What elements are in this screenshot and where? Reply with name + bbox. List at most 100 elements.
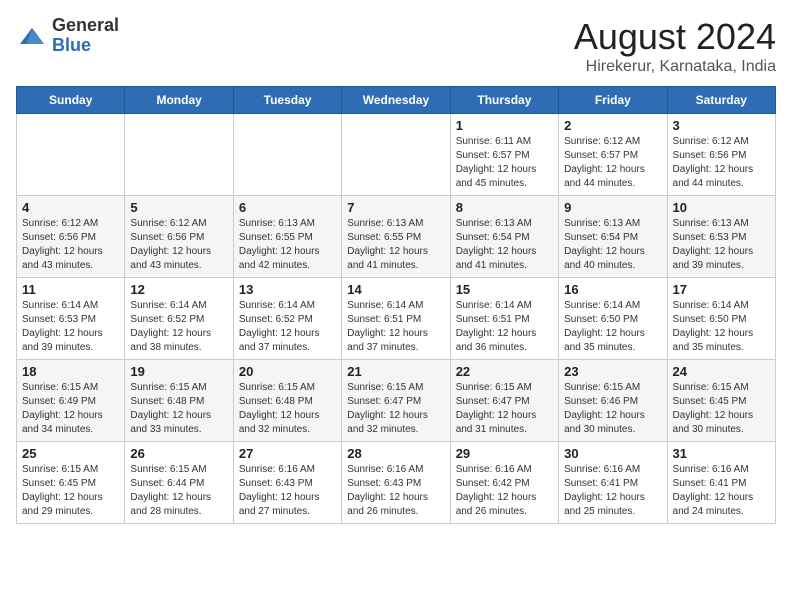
day-detail: Sunrise: 6:15 AMSunset: 6:44 PMDaylight:… (130, 463, 227, 519)
day-number: 1 (456, 118, 553, 133)
day-number: 16 (564, 282, 661, 297)
day-number: 15 (456, 282, 553, 297)
day-number: 6 (239, 200, 336, 215)
calendar-day-31: 31Sunrise: 6:16 AMSunset: 6:41 PMDayligh… (667, 442, 775, 524)
day-detail: Sunrise: 6:14 AMSunset: 6:51 PMDaylight:… (456, 299, 553, 355)
day-number: 13 (239, 282, 336, 297)
weekday-header-wednesday: Wednesday (342, 87, 450, 114)
calendar-day-14: 14Sunrise: 6:14 AMSunset: 6:51 PMDayligh… (342, 278, 450, 360)
calendar-day-29: 29 Sunrise: 6:16 AMSunset: 6:42 PMDayligh… (450, 442, 558, 524)
day-detail: Sunrise: 6:12 AMSunset: 6:56 PMDaylight:… (130, 217, 227, 273)
calendar-day-23: 23 Sunrise: 6:15 AMSunset: 6:46 PMDayligh… (559, 360, 667, 442)
day-number: 10 (673, 200, 770, 215)
weekday-header-saturday: Saturday (667, 87, 775, 114)
day-number: 24 (673, 364, 770, 379)
calendar-day-11: 11 Sunrise: 6:14 AMSunset: 6:53 PMDayligh… (17, 278, 125, 360)
day-number: 14 (347, 282, 444, 297)
calendar-week-3: 11 Sunrise: 6:14 AMSunset: 6:53 PMDayligh… (17, 278, 776, 360)
calendar-day-3: 3 Sunrise: 6:12 AMSunset: 6:56 PMDaylight… (667, 114, 775, 196)
calendar-week-1: 1 Sunrise: 6:11 AMSunset: 6:57 PMDaylight… (17, 114, 776, 196)
calendar-day-26: 26Sunrise: 6:15 AMSunset: 6:44 PMDayligh… (125, 442, 233, 524)
day-detail: Sunrise: 6:12 AMSunset: 6:56 PMDaylight:… (673, 135, 770, 191)
day-detail: Sunrise: 6:16 AMSunset: 6:43 PMDaylight:… (347, 463, 444, 519)
calendar-empty (342, 114, 450, 196)
day-detail: Sunrise: 6:16 AMSunset: 6:42 PMDaylight:… (456, 463, 553, 519)
day-detail: Sunrise: 6:15 AMSunset: 6:45 PMDaylight:… (673, 381, 770, 437)
weekday-header-row: SundayMondayTuesdayWednesdayThursdayFrid… (17, 87, 776, 114)
calendar-day-21: 21 Sunrise: 6:15 AMSunset: 6:47 PMDayligh… (342, 360, 450, 442)
calendar-empty (125, 114, 233, 196)
calendar-day-27: 27Sunrise: 6:16 AMSunset: 6:43 PMDayligh… (233, 442, 341, 524)
calendar-body: 1 Sunrise: 6:11 AMSunset: 6:57 PMDaylight… (17, 114, 776, 524)
day-detail: Sunrise: 6:16 AMSunset: 6:41 PMDaylight:… (564, 463, 661, 519)
day-detail: Sunrise: 6:12 AMSunset: 6:56 PMDaylight:… (22, 217, 119, 273)
day-number: 19 (130, 364, 227, 379)
day-detail: Sunrise: 6:14 AMSunset: 6:50 PMDaylight:… (673, 299, 770, 355)
day-detail: Sunrise: 6:14 AMSunset: 6:52 PMDaylight:… (130, 299, 227, 355)
day-detail: Sunrise: 6:15 AMSunset: 6:47 PMDaylight:… (347, 381, 444, 437)
day-number: 25 (22, 446, 119, 461)
day-detail: Sunrise: 6:13 AMSunset: 6:55 PMDaylight:… (347, 217, 444, 273)
logo-icon (16, 20, 48, 52)
day-number: 18 (22, 364, 119, 379)
day-detail: Sunrise: 6:16 AMSunset: 6:43 PMDaylight:… (239, 463, 336, 519)
day-detail: Sunrise: 6:12 AMSunset: 6:57 PMDaylight:… (564, 135, 661, 191)
day-number: 2 (564, 118, 661, 133)
day-number: 29 (456, 446, 553, 461)
calendar-day-4: 4Sunrise: 6:12 AMSunset: 6:56 PMDaylight… (17, 196, 125, 278)
day-detail: Sunrise: 6:15 AMSunset: 6:48 PMDaylight:… (130, 381, 227, 437)
calendar-empty (17, 114, 125, 196)
day-number: 3 (673, 118, 770, 133)
calendar-week-5: 25Sunrise: 6:15 AMSunset: 6:45 PMDayligh… (17, 442, 776, 524)
calendar-day-25: 25Sunrise: 6:15 AMSunset: 6:45 PMDayligh… (17, 442, 125, 524)
day-number: 30 (564, 446, 661, 461)
calendar-header: SundayMondayTuesdayWednesdayThursdayFrid… (17, 87, 776, 114)
day-detail: Sunrise: 6:13 AMSunset: 6:54 PMDaylight:… (456, 217, 553, 273)
calendar-day-16: 16 Sunrise: 6:14 AMSunset: 6:50 PMDayligh… (559, 278, 667, 360)
day-detail: Sunrise: 6:13 AMSunset: 6:54 PMDaylight:… (564, 217, 661, 273)
day-detail: Sunrise: 6:15 AMSunset: 6:46 PMDaylight:… (564, 381, 661, 437)
weekday-header-monday: Monday (125, 87, 233, 114)
day-number: 11 (22, 282, 119, 297)
calendar-day-22: 22 Sunrise: 6:15 AMSunset: 6:47 PMDayligh… (450, 360, 558, 442)
day-detail: Sunrise: 6:14 AMSunset: 6:50 PMDaylight:… (564, 299, 661, 355)
day-detail: Sunrise: 6:13 AMSunset: 6:55 PMDaylight:… (239, 217, 336, 273)
day-detail: Sunrise: 6:11 AMSunset: 6:57 PMDaylight:… (456, 135, 553, 191)
day-number: 5 (130, 200, 227, 215)
day-detail: Sunrise: 6:15 AMSunset: 6:47 PMDaylight:… (456, 381, 553, 437)
day-detail: Sunrise: 6:14 AMSunset: 6:52 PMDaylight:… (239, 299, 336, 355)
header: General Blue August 2024 Hirekerur, Karn… (16, 16, 776, 76)
day-number: 28 (347, 446, 444, 461)
calendar-day-10: 10 Sunrise: 6:13 AMSunset: 6:53 PMDayligh… (667, 196, 775, 278)
day-number: 21 (347, 364, 444, 379)
day-number: 9 (564, 200, 661, 215)
day-number: 22 (456, 364, 553, 379)
calendar-day-18: 18 Sunrise: 6:15 AMSunset: 6:49 PMDayligh… (17, 360, 125, 442)
calendar-day-1: 1 Sunrise: 6:11 AMSunset: 6:57 PMDaylight… (450, 114, 558, 196)
calendar-day-20: 20Sunrise: 6:15 AMSunset: 6:48 PMDayligh… (233, 360, 341, 442)
calendar-table: SundayMondayTuesdayWednesdayThursdayFrid… (16, 86, 776, 524)
calendar-day-8: 8Sunrise: 6:13 AMSunset: 6:54 PMDaylight… (450, 196, 558, 278)
logo-general: General (52, 16, 119, 36)
subtitle: Hirekerur, Karnataka, India (574, 58, 776, 76)
day-detail: Sunrise: 6:13 AMSunset: 6:53 PMDaylight:… (673, 217, 770, 273)
day-detail: Sunrise: 6:14 AMSunset: 6:53 PMDaylight:… (22, 299, 119, 355)
logo-blue: Blue (52, 36, 119, 56)
title-area: August 2024 Hirekerur, Karnataka, India (574, 16, 776, 76)
day-number: 20 (239, 364, 336, 379)
logo: General Blue (16, 16, 119, 56)
day-number: 23 (564, 364, 661, 379)
day-number: 17 (673, 282, 770, 297)
calendar-day-5: 5 Sunrise: 6:12 AMSunset: 6:56 PMDaylight… (125, 196, 233, 278)
calendar-day-13: 13 Sunrise: 6:14 AMSunset: 6:52 PMDayligh… (233, 278, 341, 360)
calendar-week-2: 4Sunrise: 6:12 AMSunset: 6:56 PMDaylight… (17, 196, 776, 278)
day-detail: Sunrise: 6:16 AMSunset: 6:41 PMDaylight:… (673, 463, 770, 519)
calendar-day-28: 28 Sunrise: 6:16 AMSunset: 6:43 PMDayligh… (342, 442, 450, 524)
calendar-empty (233, 114, 341, 196)
day-detail: Sunrise: 6:15 AMSunset: 6:49 PMDaylight:… (22, 381, 119, 437)
calendar-day-7: 7Sunrise: 6:13 AMSunset: 6:55 PMDaylight… (342, 196, 450, 278)
calendar-day-6: 6 Sunrise: 6:13 AMSunset: 6:55 PMDaylight… (233, 196, 341, 278)
calendar-day-15: 15 Sunrise: 6:14 AMSunset: 6:51 PMDayligh… (450, 278, 558, 360)
calendar-week-4: 18 Sunrise: 6:15 AMSunset: 6:49 PMDayligh… (17, 360, 776, 442)
calendar-day-30: 30 Sunrise: 6:16 AMSunset: 6:41 PMDayligh… (559, 442, 667, 524)
